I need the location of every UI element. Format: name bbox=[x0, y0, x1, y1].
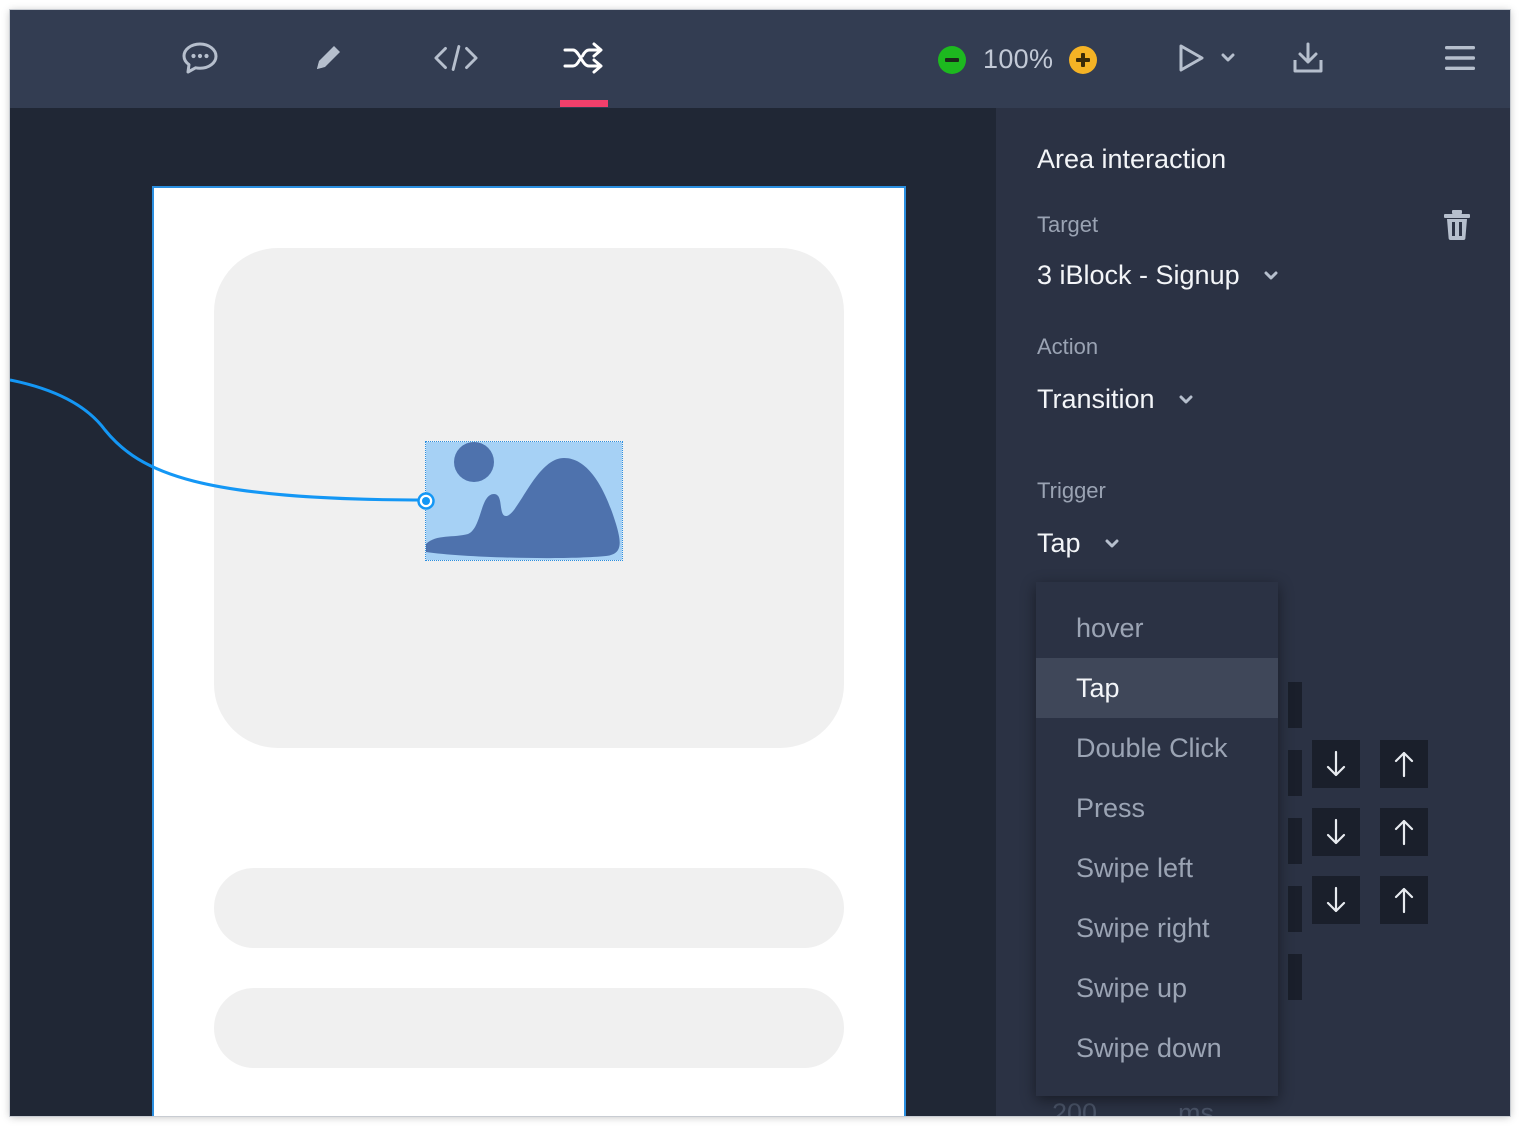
move-up-button[interactable] bbox=[1380, 740, 1428, 788]
move-down-button[interactable] bbox=[1312, 808, 1360, 856]
arrow-up-icon bbox=[1394, 751, 1414, 778]
target-select[interactable]: 3 iBlock - Signup bbox=[1037, 260, 1278, 291]
arrow-down-icon bbox=[1326, 818, 1346, 845]
zoom-level: 100% bbox=[983, 44, 1054, 74]
duration-unit[interactable]: ms bbox=[1178, 1098, 1214, 1116]
arrow-up-icon bbox=[1394, 887, 1414, 914]
trigger-option-tap[interactable]: Tap bbox=[1036, 658, 1278, 718]
shuffle-icon[interactable] bbox=[562, 36, 606, 80]
arrow-down-icon bbox=[1326, 886, 1346, 913]
artboard[interactable] bbox=[152, 186, 906, 1116]
zoom-control: 100% bbox=[938, 44, 1098, 75]
input-placeholder-1[interactable] bbox=[214, 868, 844, 948]
trigger-option-swipe-right[interactable]: Swipe right bbox=[1036, 898, 1278, 958]
hamburger-menu-icon[interactable] bbox=[1438, 36, 1482, 80]
plus-icon bbox=[1076, 52, 1091, 67]
play-icon[interactable] bbox=[1174, 36, 1208, 80]
image-placeholder-icon bbox=[426, 442, 620, 559]
active-tab-indicator bbox=[560, 100, 608, 107]
top-toolbar: 100% bbox=[10, 10, 1510, 108]
chevron-down-icon bbox=[1264, 271, 1278, 281]
app-window: 100% Area interaction Target 3 iBlock - … bbox=[10, 10, 1510, 1116]
minus-icon bbox=[945, 57, 959, 62]
zoom-out-button[interactable] bbox=[938, 45, 966, 74]
action-select[interactable]: Transition bbox=[1037, 384, 1193, 415]
target-value: 3 iBlock - Signup bbox=[1037, 260, 1240, 290]
download-icon[interactable] bbox=[1286, 36, 1330, 80]
trigger-option-swipe-down[interactable]: Swipe down bbox=[1036, 1018, 1278, 1078]
hidden-control-edge bbox=[1288, 954, 1302, 1000]
trigger-option-swipe-left[interactable]: Swipe left bbox=[1036, 838, 1278, 898]
target-label: Target bbox=[1037, 212, 1099, 237]
action-value: Transition bbox=[1037, 384, 1155, 414]
trigger-option-press[interactable]: Press bbox=[1036, 778, 1278, 838]
trigger-option-double-click[interactable]: Double Click bbox=[1036, 718, 1278, 778]
trigger-option-swipe-up[interactable]: Swipe up bbox=[1036, 958, 1278, 1018]
input-placeholder-2[interactable] bbox=[214, 988, 844, 1068]
image-element-selected[interactable] bbox=[425, 441, 623, 561]
trigger-label: Trigger bbox=[1037, 478, 1106, 503]
trash-icon[interactable] bbox=[1444, 210, 1470, 245]
comment-icon[interactable] bbox=[178, 36, 222, 80]
chevron-down-icon bbox=[1105, 539, 1119, 549]
hidden-control-edge bbox=[1288, 818, 1302, 864]
trigger-option-hover[interactable]: hover bbox=[1036, 598, 1278, 658]
trigger-value: Tap bbox=[1037, 528, 1081, 558]
move-down-button[interactable] bbox=[1312, 876, 1360, 924]
hidden-control-edge bbox=[1288, 886, 1302, 932]
code-icon[interactable] bbox=[434, 36, 478, 80]
chevron-down-icon bbox=[1179, 395, 1193, 405]
play-options-chevron-down-icon[interactable] bbox=[1218, 36, 1238, 80]
arrow-up-icon bbox=[1394, 819, 1414, 846]
hidden-control-edge bbox=[1288, 682, 1302, 728]
duration-value[interactable]: 200 bbox=[1052, 1098, 1097, 1116]
action-label: Action bbox=[1037, 334, 1099, 359]
move-down-button[interactable] bbox=[1312, 740, 1360, 788]
arrow-down-icon bbox=[1326, 750, 1346, 777]
panel-title: Area interaction bbox=[1037, 144, 1227, 174]
move-up-button[interactable] bbox=[1380, 808, 1428, 856]
move-up-button[interactable] bbox=[1380, 876, 1428, 924]
zoom-in-button[interactable] bbox=[1069, 45, 1098, 74]
design-canvas[interactable] bbox=[10, 108, 996, 1116]
trigger-select[interactable]: Tap bbox=[1037, 528, 1119, 559]
trigger-dropdown-menu: hover Tap Double Click Press Swipe left … bbox=[1036, 582, 1278, 1096]
hidden-control-edge bbox=[1288, 750, 1302, 796]
pencil-icon[interactable] bbox=[306, 36, 350, 80]
